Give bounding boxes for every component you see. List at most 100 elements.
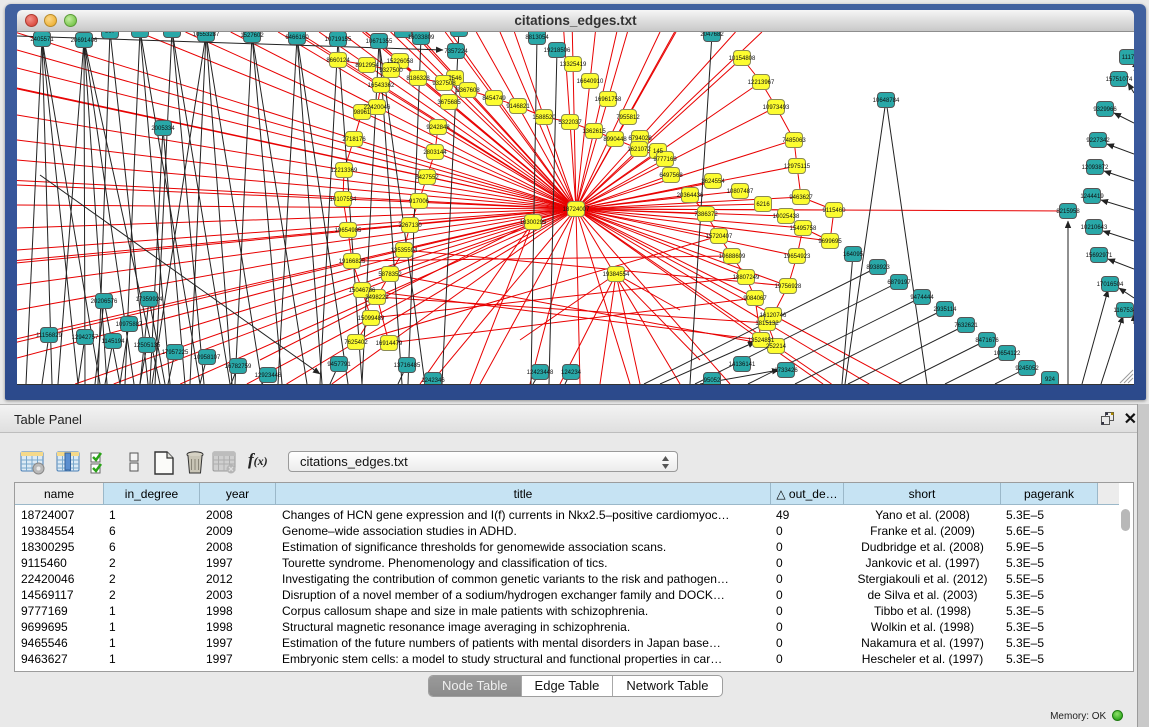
svg-text:12213967: 12213967: [748, 80, 775, 86]
svg-text:10807487: 10807487: [727, 189, 754, 195]
svg-text:13325419: 13325419: [560, 62, 587, 68]
svg-text:2367608: 2367608: [456, 88, 480, 94]
svg-text:88130: 88130: [451, 32, 468, 33]
svg-text:1621072: 1621072: [627, 147, 651, 153]
svg-text:19654923: 19654923: [784, 254, 811, 260]
svg-text:20691406: 20691406: [71, 38, 98, 44]
svg-text:3675685: 3675685: [437, 100, 461, 106]
svg-text:10648784: 10648784: [873, 98, 900, 104]
svg-text:10553287: 10553287: [193, 32, 220, 38]
svg-text:10107554: 10107554: [330, 197, 357, 203]
svg-text:17016504: 17016504: [1097, 282, 1124, 288]
svg-text:1588520: 1588520: [532, 115, 556, 121]
svg-text:15046786: 15046786: [349, 288, 376, 294]
svg-text:16033809: 16033809: [408, 35, 435, 41]
svg-text:1244419: 1244419: [1080, 194, 1104, 200]
svg-text:14136141: 14136141: [729, 362, 756, 368]
svg-text:10975887: 10975887: [116, 322, 143, 328]
svg-text:9245052: 9245052: [1015, 366, 1039, 372]
svg-text:9329966: 9329966: [1093, 107, 1117, 113]
svg-text:2803144: 2803144: [423, 150, 447, 156]
svg-text:15720407: 15720407: [706, 234, 733, 240]
svg-text:18807249: 18807249: [733, 275, 760, 281]
svg-text:16640910: 16640910: [577, 79, 604, 85]
svg-text:907: 907: [105, 32, 116, 35]
svg-text:9777169: 9777169: [653, 157, 677, 163]
svg-text:8990448: 8990448: [603, 137, 627, 143]
svg-text:6466160: 6466160: [285, 35, 309, 41]
svg-text:16782759: 16782759: [225, 364, 252, 370]
svg-text:1362615: 1362615: [582, 129, 606, 135]
svg-text:12423448: 12423448: [527, 370, 554, 376]
svg-text:9227342: 9227342: [1086, 138, 1110, 144]
svg-text:95052: 95052: [704, 378, 721, 384]
svg-text:12975115: 12975115: [784, 164, 811, 170]
svg-text:7632621: 7632621: [954, 323, 978, 329]
svg-text:15692971: 15692971: [1086, 253, 1113, 259]
svg-text:8912954: 8912954: [355, 63, 379, 69]
svg-text:19166825: 19166825: [339, 259, 366, 265]
svg-text:12093872: 12093872: [1082, 165, 1109, 171]
svg-text:19654985: 19654985: [335, 228, 362, 234]
svg-text:9474444: 9474444: [910, 295, 934, 301]
svg-text:8427552: 8427552: [415, 175, 439, 181]
svg-text:8186328: 8186328: [406, 76, 430, 82]
svg-text:98961: 98961: [354, 110, 371, 116]
svg-text:8215958: 8215958: [1056, 209, 1080, 215]
svg-text:1171: 1171: [134, 32, 148, 34]
svg-text:12942757: 12942757: [72, 335, 99, 341]
svg-text:18300295: 18300295: [520, 220, 547, 226]
svg-text:2005334: 2005334: [151, 126, 175, 132]
svg-text:3498222: 3498222: [365, 295, 389, 301]
svg-text:9115460: 9115460: [823, 208, 847, 214]
svg-text:16120746: 16120746: [760, 313, 787, 319]
svg-text:10973493: 10973493: [763, 105, 790, 111]
svg-text:17359924: 17359924: [136, 297, 163, 303]
svg-text:13524851: 13524851: [748, 338, 775, 344]
svg-text:917006: 917006: [409, 199, 430, 205]
svg-text:1242346: 1242346: [421, 378, 445, 384]
svg-text:16914479: 16914479: [376, 341, 403, 347]
svg-text:7485063: 7485063: [782, 138, 806, 144]
svg-text:15495758: 15495758: [790, 226, 817, 232]
svg-text:19218506: 19218506: [544, 48, 571, 54]
svg-text:1733426: 1733426: [774, 368, 798, 374]
svg-text:10553: 10553: [164, 32, 181, 34]
svg-text:8813054: 8813054: [525, 35, 549, 41]
svg-text:9327500: 9327500: [379, 68, 403, 74]
svg-text:9084067: 9084067: [743, 296, 767, 302]
svg-text:10025438: 10025438: [773, 214, 800, 220]
svg-text:145: 145: [653, 149, 664, 155]
svg-text:19756928: 19756928: [775, 284, 802, 290]
svg-text:13535594: 13535594: [391, 248, 418, 254]
svg-text:9146821: 9146821: [506, 104, 530, 110]
svg-text:15226058: 15226058: [387, 59, 414, 65]
svg-text:12505135: 12505135: [134, 343, 161, 349]
svg-text:1527602: 1527602: [240, 33, 264, 39]
svg-text:12213369: 12213369: [331, 168, 358, 174]
svg-text:75155: 75155: [395, 32, 412, 34]
svg-text:2718176: 2718176: [342, 137, 366, 143]
svg-text:124234: 124234: [561, 370, 582, 376]
svg-text:8471676: 8471676: [975, 338, 999, 344]
svg-text:6794028: 6794028: [628, 136, 652, 142]
svg-text:16543362: 16543362: [368, 83, 395, 89]
svg-text:3624554: 3624554: [701, 179, 725, 185]
svg-text:8660124: 8660124: [326, 58, 350, 64]
svg-text:2405571: 2405571: [30, 37, 54, 43]
svg-text:9457791: 9457791: [327, 362, 351, 368]
svg-text:1815132: 1815132: [755, 321, 779, 327]
svg-text:9327508: 9327508: [432, 81, 456, 87]
svg-text:10958107: 10958107: [194, 355, 221, 361]
svg-text:13716485: 13716485: [394, 363, 421, 369]
svg-text:1117: 1117: [1122, 55, 1134, 61]
svg-text:5878352: 5878352: [378, 272, 402, 278]
svg-text:6879197: 6879197: [887, 280, 911, 286]
svg-text:7386372: 7386372: [694, 212, 718, 218]
svg-text:9699695: 9699695: [818, 239, 842, 245]
svg-text:16961758: 16961758: [595, 97, 622, 103]
svg-text:7357224: 7357224: [444, 49, 468, 55]
svg-text:5322037: 5322037: [558, 120, 582, 126]
svg-text:20206576: 20206576: [91, 299, 118, 305]
svg-text:15751074: 15751074: [1106, 77, 1133, 83]
